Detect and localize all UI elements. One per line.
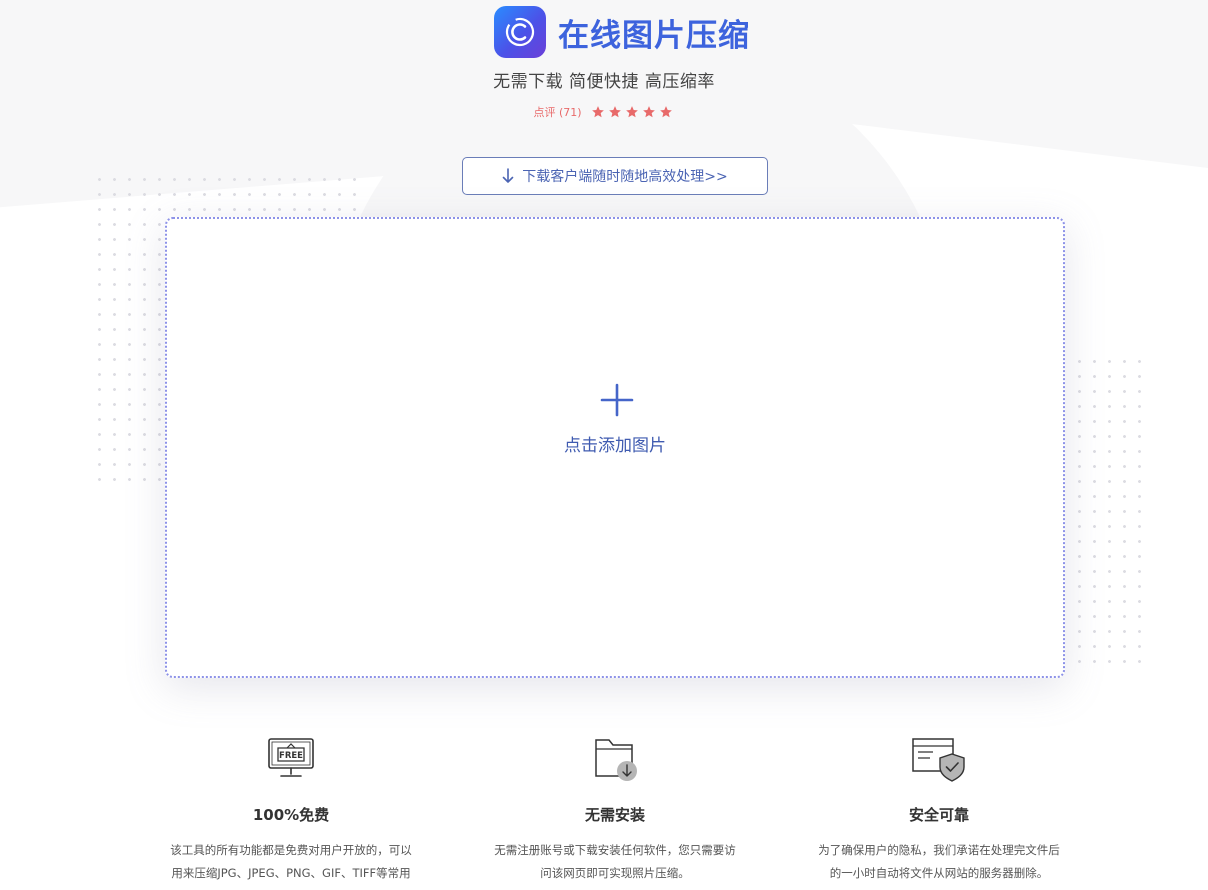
feature-no-install: 无需安装 无需注册账号或下载安装任何软件，您只需要访问该网页即可实现照片压缩。 [490,736,740,885]
feature-free-title: 100%免费 [252,806,330,824]
feature-no-install-title: 无需安装 [584,806,645,824]
add-image-label[interactable]: 点击添加图片 [167,431,1063,456]
feature-secure-description: 为了确保用户的隐私，我们承诺在处理完文件后的一小时自动将文件从网站的服务器删除。 [818,843,1060,880]
feature-free: FREE 100%免费 该工具的所有功能都是免费对用户开放的，可以用来压缩JPG… [166,736,416,890]
star-icon[interactable] [642,105,656,119]
star-icon[interactable] [591,105,605,119]
feature-secure: 安全可靠 为了确保用户的隐私，我们承诺在处理完文件后的一小时自动将文件从网站的服… [814,736,1064,885]
download-arrow-icon [502,168,514,184]
app-logo: 在线图片压缩 [494,6,750,58]
feature-secure-title: 安全可靠 [908,806,969,824]
feature-free-description: 该工具的所有功能都是免费对用户开放的，可以用来压缩JPG、JPEG、PNG、GI… [170,843,412,890]
free-monitor-icon: FREE [166,736,416,784]
page-subtitle: 无需下载 简便快捷 高压缩率 [493,72,715,92]
star-icon[interactable] [659,105,673,119]
rating-bar: 点评 (71) [0,104,1208,120]
feature-no-install-description: 无需注册账号或下载安装任何软件，您只需要访问该网页即可实现照片压缩。 [494,843,736,880]
star-icon[interactable] [608,105,622,119]
folder-download-icon [490,736,740,784]
dot-pattern-right [1072,354,1144,668]
download-client-button[interactable]: 下载客户端随时随地高效处理>> [462,157,768,195]
rating-count[interactable]: 点评 (71) [533,104,581,120]
secure-shield-icon [814,736,1064,784]
compress-logo-icon [494,6,546,58]
svg-text:FREE: FREE [279,751,303,761]
plus-icon[interactable] [600,383,634,417]
rating-stars[interactable] [590,105,675,119]
upload-dropzone[interactable]: 点击添加图片 [165,217,1065,678]
star-icon[interactable] [625,105,639,119]
download-client-label: 下载客户端随时随地高效处理>> [522,169,728,185]
page-title: 在线图片压缩 [558,17,750,54]
